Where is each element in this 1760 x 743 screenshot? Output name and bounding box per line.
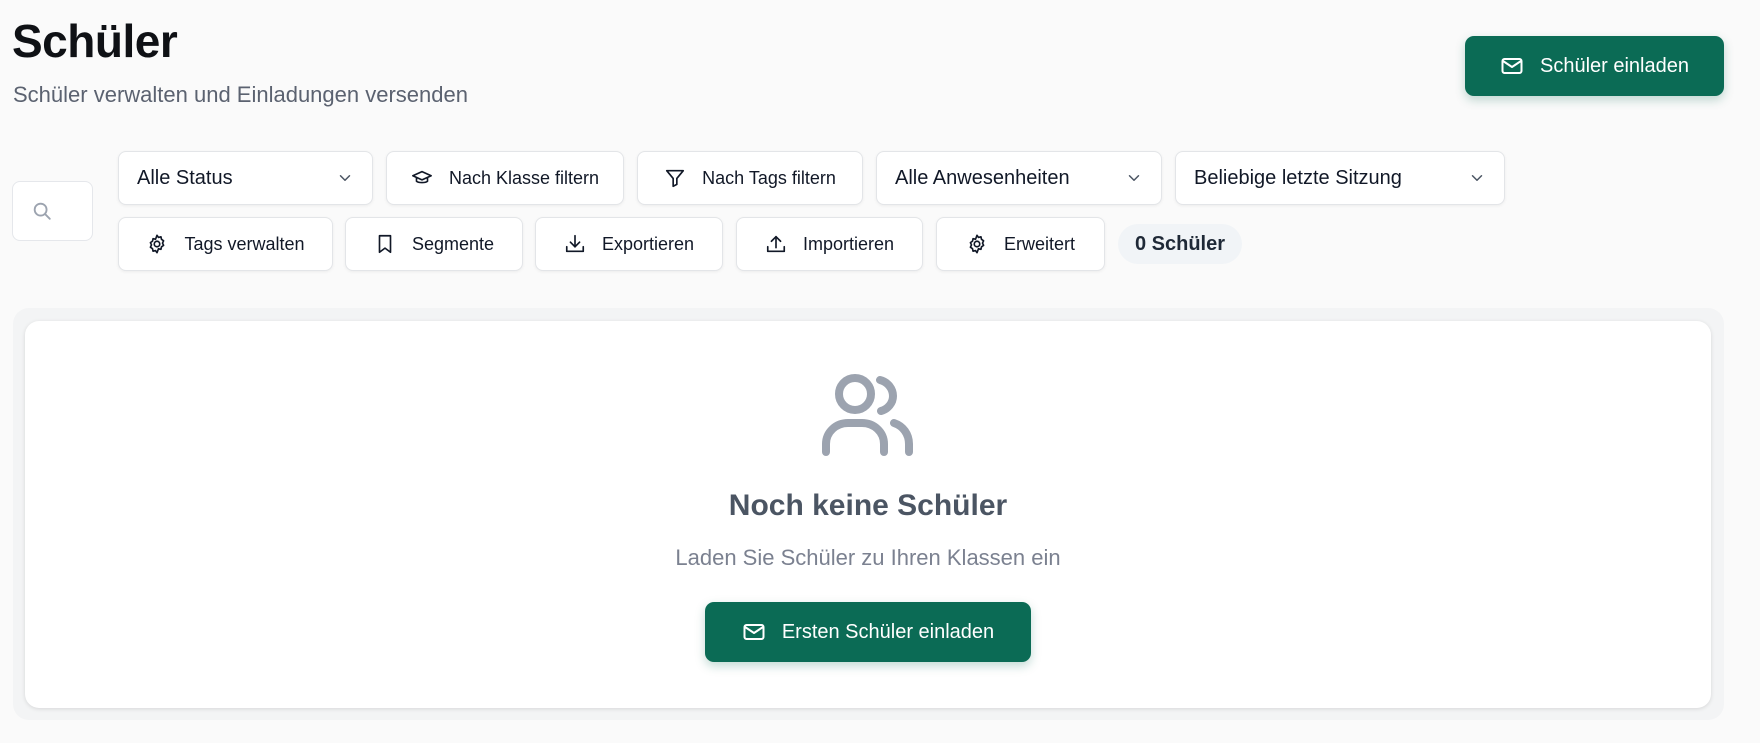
chevron-down-icon	[1128, 175, 1140, 181]
bookmark-icon	[378, 234, 392, 254]
class-filter-button[interactable]: Nach Klasse filtern	[386, 151, 624, 205]
student-count-badge: 0 Schüler	[1118, 224, 1242, 264]
filter-icon	[666, 169, 685, 188]
tags-filter-label: Nach Tags filtern	[702, 167, 836, 188]
segments-button[interactable]: Segmente	[345, 217, 523, 271]
advanced-button[interactable]: Erweitert	[936, 217, 1105, 271]
class-filter-label: Nach Klasse filtern	[448, 167, 600, 188]
search-input[interactable]	[53, 202, 73, 220]
students-page: Schüler Schüler verwalten und Einladunge…	[0, 0, 1760, 743]
attendance-select-value: Alle Anwesenheiten	[895, 166, 1070, 189]
graduation-cap-icon	[411, 170, 432, 184]
mail-icon	[743, 624, 765, 640]
import-label: Importieren	[802, 233, 895, 254]
segments-label: Segmente	[411, 233, 495, 254]
status-select-value: Alle Status	[137, 166, 233, 189]
advanced-label: Erweitert	[1003, 233, 1075, 254]
empty-state-text: Laden Sie Schüler zu Ihren Klassen ein	[675, 545, 1061, 570]
export-label: Exportieren	[601, 233, 695, 254]
upload-icon	[766, 235, 786, 253]
export-button[interactable]: Exportieren	[535, 217, 723, 271]
page-title: Schüler	[12, 15, 178, 67]
chevron-down-icon	[1471, 175, 1483, 181]
last-session-select[interactable]: Beliebige letzte Sitzung	[1175, 151, 1505, 205]
empty-state-title: Noch keine Schüler	[728, 489, 1008, 522]
download-icon	[565, 234, 585, 253]
search-field[interactable]	[12, 181, 93, 241]
gear-icon	[150, 234, 165, 254]
search-icon	[33, 202, 51, 220]
manage-tags-label: Tags verwalten	[184, 233, 305, 254]
import-button[interactable]: Importieren	[736, 217, 923, 271]
tags-filter-button[interactable]: Nach Tags filtern	[637, 151, 863, 205]
manage-tags-button[interactable]: Tags verwalten	[118, 217, 333, 271]
invite-students-label: Schüler einladen	[1540, 54, 1689, 77]
page-subtitle: Schüler verwalten und Einladungen versen…	[13, 82, 468, 107]
invite-students-button[interactable]: Schüler einladen	[1465, 36, 1724, 96]
users-icon	[822, 374, 913, 456]
attendance-select[interactable]: Alle Anwesenheiten	[876, 151, 1162, 205]
status-select[interactable]: Alle Status	[118, 151, 373, 205]
gear-icon	[969, 234, 985, 254]
invite-first-student-button[interactable]: Ersten Schüler einladen	[705, 602, 1031, 662]
last-session-select-value: Beliebige letzte Sitzung	[1194, 166, 1402, 189]
invite-first-student-label: Ersten Schüler einladen	[781, 620, 995, 643]
chevron-down-icon	[339, 175, 351, 181]
mail-icon	[1501, 58, 1523, 74]
